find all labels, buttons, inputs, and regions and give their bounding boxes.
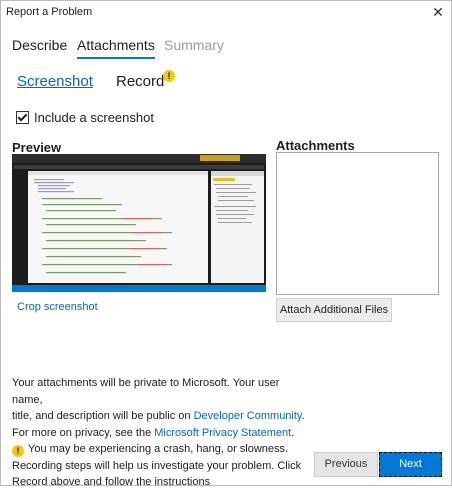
privacy-line-2: title, and description will be public on…: [12, 408, 312, 425]
subtab-screenshot[interactable]: Screenshot: [17, 73, 93, 90]
warning-icon: !: [12, 445, 24, 457]
window-title: Report a Problem: [6, 6, 93, 18]
subtab-record[interactable]: Record !: [116, 70, 175, 90]
attach-additional-files-button[interactable]: Attach Additional Files: [276, 298, 392, 322]
crash-warning-line: ! You may be experiencing a crash, hang, …: [12, 441, 312, 458]
privacy-line-3-text: For more on privacy, see the: [12, 426, 155, 439]
attachments-heading: Attachments: [276, 138, 355, 153]
developer-community-link[interactable]: Developer Community: [194, 410, 302, 422]
include-screenshot-checkbox-row[interactable]: Include a screenshot: [16, 110, 154, 125]
privacy-line-1: Your attachments will be private to Micr…: [12, 377, 280, 406]
include-screenshot-checkbox[interactable]: [16, 111, 29, 124]
crash-warning-text: You may be experiencing a crash, hang, o…: [28, 443, 289, 455]
attachments-list[interactable]: [276, 152, 439, 295]
previous-button[interactable]: Previous: [314, 452, 378, 477]
warning-icon: !: [163, 70, 175, 82]
tab-summary: Summary: [164, 37, 224, 53]
include-screenshot-label: Include a screenshot: [34, 110, 154, 125]
privacy-line-3-period: .: [291, 426, 295, 439]
recording-hint-line-2: Record above and follow the instructions: [12, 476, 211, 488]
preview-heading: Preview: [12, 140, 62, 155]
next-button[interactable]: Next: [379, 452, 442, 477]
privacy-line-2-text: title, and description will be public on: [12, 410, 194, 422]
privacy-statement-link[interactable]: Microsoft Privacy Statement: [154, 427, 291, 439]
screenshot-thumbnail: [12, 154, 266, 292]
report-problem-dialog: Report a Problem ✕ Describe Attachments …: [0, 0, 452, 488]
subtab-record-label: Record: [116, 73, 165, 90]
recording-hint-line-1: Recording steps will help us investigate…: [12, 459, 302, 472]
close-icon[interactable]: ✕: [431, 5, 445, 19]
privacy-line-2-period: .: [301, 410, 305, 422]
tab-attachments[interactable]: Attachments: [77, 37, 155, 59]
tab-describe[interactable]: Describe: [12, 37, 67, 53]
screenshot-preview-image: [12, 154, 266, 292]
privacy-info: Your attachments will be private to Micr…: [12, 375, 312, 491]
privacy-line-3: For more on privacy, see the Microsoft P…: [12, 425, 312, 442]
crop-screenshot-link[interactable]: Crop screenshot: [17, 301, 98, 313]
